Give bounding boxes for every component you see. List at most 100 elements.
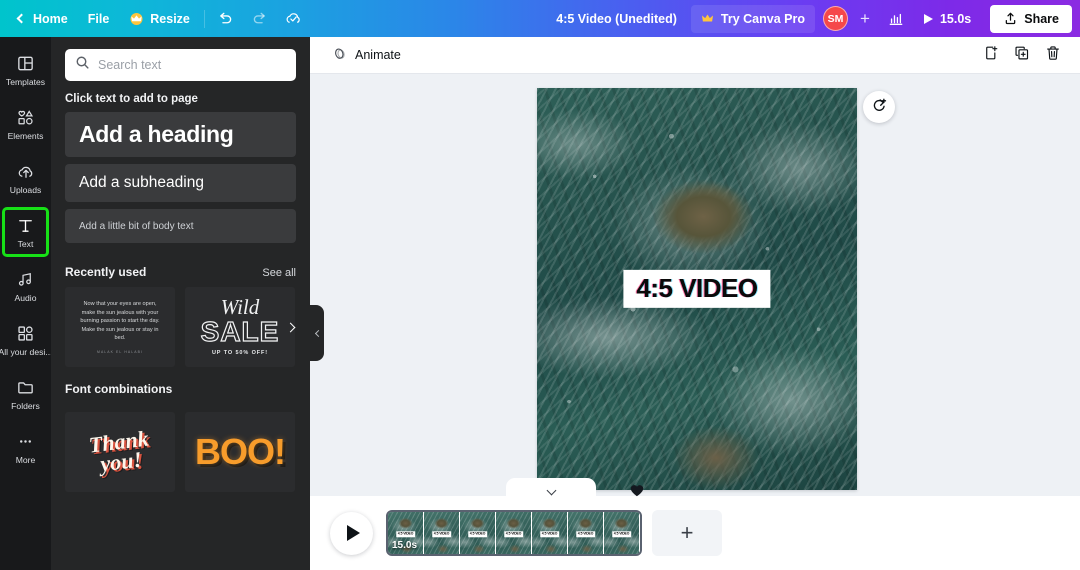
delete-page-icon (1045, 45, 1061, 66)
recently-used-next-button[interactable] (282, 319, 298, 335)
preview-duration-button[interactable]: 15.0s (915, 5, 982, 33)
file-label: File (87, 11, 110, 26)
change-timing-button[interactable] (863, 91, 895, 123)
redo-button[interactable] (245, 5, 275, 33)
sidebar-label-uploads: Uploads (9, 184, 42, 195)
heart-icon (630, 484, 644, 497)
add-body-text-button[interactable]: Add a little bit of body text (65, 209, 296, 243)
add-subheading-button[interactable]: Add a subheading (65, 164, 296, 202)
timeline-frame: 4:5 VIDEO (460, 512, 496, 554)
left-rail: Templates Elements Uploads Text Audio Al… (0, 37, 53, 570)
avatar[interactable]: SM (822, 6, 848, 31)
timeline-collapse-button[interactable] (506, 478, 596, 498)
search-box[interactable] (65, 49, 296, 81)
try-canva-pro-label: Try Canva Pro (720, 11, 805, 26)
chevron-right-icon (285, 322, 295, 332)
frame-label: 4:5 VIDEO (503, 531, 524, 537)
crown-icon (129, 12, 144, 25)
invite-members-button[interactable]: + (853, 6, 877, 32)
resize-label: Resize (150, 11, 190, 26)
wild-line: Wild (220, 295, 260, 320)
sidebar-item-folders[interactable]: Folders (2, 369, 49, 419)
try-canva-pro-button[interactable]: Try Canva Pro (690, 4, 815, 33)
crown-icon-pro (701, 13, 716, 25)
chevron-left-icon (16, 13, 27, 24)
share-label: Share (1024, 11, 1059, 26)
animate-button[interactable]: Animate (324, 42, 409, 69)
insights-button[interactable] (881, 5, 911, 33)
list-item[interactable]: Thank you! (65, 412, 175, 492)
delete-page-button[interactable] (1039, 42, 1066, 69)
play-button[interactable] (330, 511, 373, 555)
frame-label: 4:5 VIDEO (575, 531, 596, 537)
duplicate-page-icon (1014, 45, 1030, 66)
sidebar-label-more: More (15, 454, 36, 465)
design-page[interactable]: 4:5 VIDEO (537, 88, 857, 490)
frame-label: 4:5 VIDEO (431, 531, 452, 537)
add-heading-label: Add a heading (79, 121, 234, 147)
font-combinations-title: Font combinations (65, 382, 173, 396)
frame-label: 4:5 VIDEO (395, 531, 416, 537)
animate-label: Animate (355, 48, 401, 62)
top-bar-right: 4:5 Video (Unedited) Try Canva Pro SM + (544, 4, 1080, 33)
search-icon (75, 55, 90, 75)
folders-icon (16, 378, 36, 398)
panel-collapse-handle[interactable] (310, 305, 324, 361)
play-icon (347, 525, 360, 541)
sidebar-item-text[interactable]: Text (2, 207, 49, 257)
boo-text: BOO! (195, 431, 286, 472)
list-item[interactable]: BOO! (185, 412, 295, 492)
font-combinations-header: Font combinations (51, 367, 310, 404)
sale-line: SALE (200, 316, 280, 348)
resize-button[interactable]: Resize (119, 5, 200, 33)
add-body-text-label: Add a little bit of body text (79, 220, 194, 232)
canvas-text-element[interactable]: 4:5 VIDEO (623, 269, 771, 309)
sidebar-item-audio[interactable]: Audio (2, 261, 49, 311)
timeline-frame: 4:5 VIDEO (568, 512, 604, 554)
timeline-page-thumbnail[interactable]: 4:5 VIDEO 4:5 VIDEO 4:5 VIDEO 4:5 VIDEO … (386, 510, 642, 556)
sidebar-item-templates[interactable]: Templates (2, 45, 49, 95)
animate-icon (332, 46, 348, 65)
play-icon (923, 13, 933, 24)
share-button[interactable]: Share (990, 4, 1072, 33)
recently-used-see-all[interactable]: See all (262, 267, 296, 279)
thank-you-line2: you! (98, 446, 144, 477)
recently-used-title: Recently used (65, 265, 147, 279)
timeline-frame: 4:5 VIDEO (496, 512, 532, 554)
timeline-frame: 4:5 VIDEO (424, 512, 460, 554)
home-button[interactable]: Home (8, 5, 78, 33)
sidebar-item-all-your-designs[interactable]: All your desi... (0, 315, 53, 365)
cloud-saved-button[interactable] (279, 5, 309, 33)
search-input[interactable] (98, 58, 286, 72)
list-item[interactable]: Now that your eyes are open, make the su… (65, 287, 175, 367)
recently-used-header: Recently used See all (51, 250, 310, 287)
frame-label: 4:5 VIDEO (539, 531, 560, 537)
sidebar-label-folders: Folders (11, 400, 40, 411)
sidebar-label-elements: Elements (7, 130, 44, 141)
add-page-icon (983, 45, 999, 66)
insights-icon (888, 11, 904, 27)
undo-button[interactable] (211, 5, 241, 33)
file-menu-button[interactable]: File (78, 5, 120, 33)
top-bar: Home File Resize 4:5 Video (Unedited) Tr… (0, 0, 1080, 37)
add-page-button[interactable] (977, 42, 1004, 69)
text-icon (16, 216, 36, 236)
uploads-icon (16, 162, 36, 182)
list-item[interactable]: Wild SALE UP TO 50% OFF! (185, 287, 295, 367)
redo-icon (251, 10, 268, 27)
change-timing-icon (870, 96, 888, 119)
chevron-down-icon (546, 485, 556, 496)
add-heading-button[interactable]: Add a heading (65, 112, 296, 157)
search-wrapper (51, 37, 310, 81)
duration-label: 15.0s (939, 11, 972, 26)
duplicate-page-button[interactable] (1008, 42, 1035, 69)
sidebar-item-elements[interactable]: Elements (2, 99, 49, 149)
add-subheading-label: Add a subheading (79, 174, 204, 191)
sidebar-item-uploads[interactable]: Uploads (2, 153, 49, 203)
top-bar-left: Home File Resize (0, 5, 311, 33)
quote-text: Now that your eyes are open, make the su… (80, 300, 160, 342)
more-icon (16, 432, 36, 452)
document-title[interactable]: 4:5 Video (Unedited) (544, 5, 689, 33)
timeline-add-page-button[interactable]: + (652, 510, 722, 556)
sidebar-item-more[interactable]: More (2, 423, 49, 473)
